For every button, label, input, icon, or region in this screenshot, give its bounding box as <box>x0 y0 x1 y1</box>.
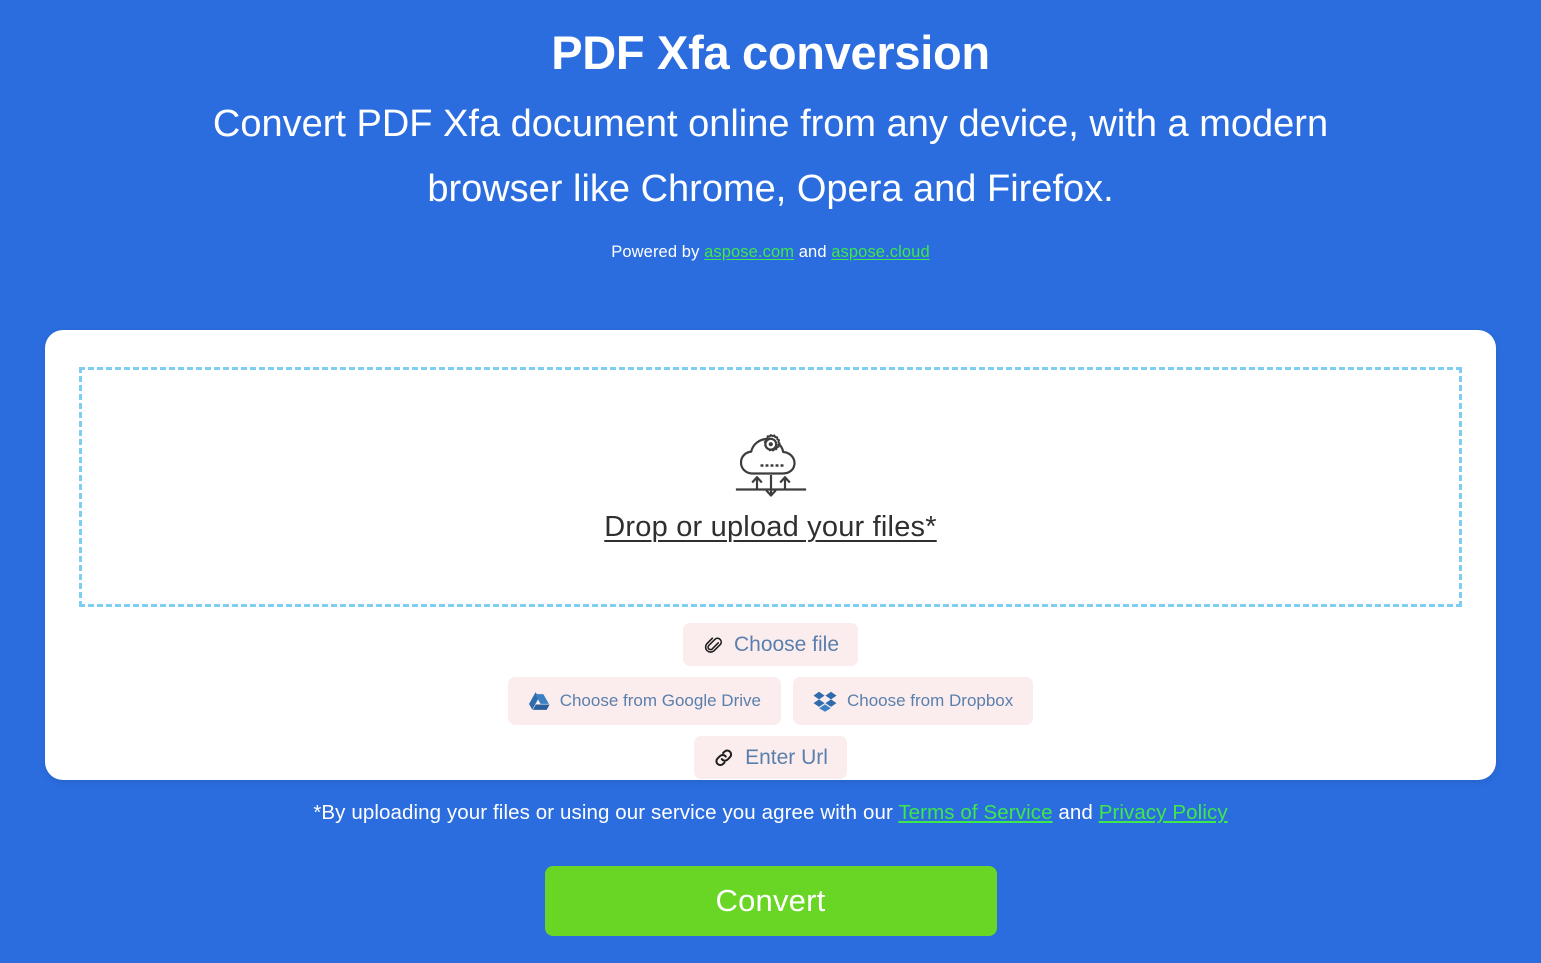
terms-prefix: *By uploading your files or using our se… <box>313 801 899 824</box>
page-title: PDF Xfa conversion <box>551 26 990 79</box>
source-row-primary: Choose file <box>45 623 1496 666</box>
choose-dropbox-label: Choose from Dropbox <box>846 691 1014 710</box>
powered-by-prefix: Powered by <box>611 243 705 262</box>
choose-dropbox-button[interactable]: Choose from Dropbox <box>792 677 1034 725</box>
page-subtitle: Convert PDF Xfa document online from any… <box>212 103 1329 210</box>
aspose-com-link[interactable]: aspose.com <box>704 243 794 261</box>
privacy-policy-link[interactable]: Privacy Policy <box>1099 801 1228 824</box>
source-row-cloud: Choose from Google Drive Choose from Dro… <box>45 677 1496 725</box>
source-row-url: Enter Url <box>45 736 1496 779</box>
page-header: PDF Xfa conversion Convert PDF Xfa docum… <box>0 0 1541 262</box>
dropbox-icon <box>813 691 837 712</box>
file-dropzone[interactable]: Drop or upload your files* <box>79 367 1462 607</box>
enter-url-button[interactable]: Enter Url <box>694 736 847 779</box>
convert-action-area: Convert <box>0 866 1541 936</box>
choose-google-drive-label: Choose from Google Drive <box>559 691 761 710</box>
source-buttons: Choose file Choose from Google Drive Cho… <box>45 623 1496 779</box>
link-icon <box>713 747 735 769</box>
choose-file-button[interactable]: Choose file <box>682 623 859 666</box>
terms-joiner: and <box>1052 801 1099 824</box>
enter-url-label: Enter Url <box>745 745 828 769</box>
terms-notice: *By uploading your files or using our se… <box>0 801 1541 825</box>
page-root: PDF Xfa conversion Convert PDF Xfa docum… <box>0 0 1541 963</box>
terms-of-service-link[interactable]: Terms of Service <box>898 801 1052 824</box>
upload-card: Drop or upload your files* Choose file C… <box>45 330 1496 780</box>
dropzone-label: Drop or upload your files* <box>604 510 937 543</box>
choose-file-label: Choose file <box>733 632 840 656</box>
powered-by-joiner: and <box>794 243 832 262</box>
powered-by-line: Powered by aspose.com and aspose.cloud <box>0 243 1541 262</box>
aspose-cloud-link[interactable]: aspose.cloud <box>831 243 929 261</box>
paperclip-icon <box>702 634 724 656</box>
choose-google-drive-button[interactable]: Choose from Google Drive <box>507 677 781 725</box>
google-drive-icon <box>528 691 550 711</box>
cloud-gear-upload-icon <box>732 431 810 497</box>
convert-button[interactable]: Convert <box>544 866 997 936</box>
